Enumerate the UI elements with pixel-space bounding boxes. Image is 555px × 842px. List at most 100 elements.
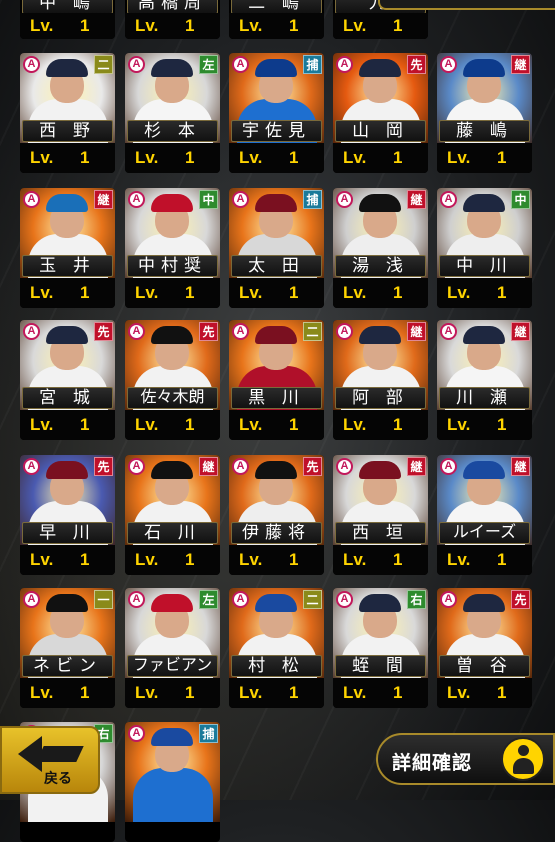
player-cap xyxy=(151,461,193,479)
player-cap xyxy=(46,59,88,77)
level-value: 1 xyxy=(393,683,403,702)
player-cap xyxy=(463,194,505,212)
position-badge: 継 xyxy=(511,322,530,341)
level-value: 1 xyxy=(80,148,90,167)
rarity-badge-icon: A xyxy=(232,323,249,340)
position-badge: 継 xyxy=(511,457,530,476)
position-badge: 継 xyxy=(199,457,218,476)
player-card-partial[interactable]: 二 嶋 Lv. 1 xyxy=(229,0,324,39)
player-name: 蛭 間 xyxy=(335,655,426,677)
level-value: 1 xyxy=(289,148,299,167)
player-card[interactable]: A 先宮 城 Lv. 1 xyxy=(20,320,115,440)
player-card[interactable]: A 継川 瀬 Lv. 1 xyxy=(437,320,532,440)
position-badge: 継 xyxy=(511,55,530,74)
rarity-badge-icon: A xyxy=(128,458,145,475)
player-name: 宇佐見 xyxy=(231,120,322,142)
player-name: 高橋周 xyxy=(127,0,218,14)
player-level: Lv. 1 xyxy=(125,410,220,440)
level-label: Lv. xyxy=(135,550,159,569)
player-card[interactable]: A 一ネビン Lv. 1 xyxy=(20,588,115,708)
level-label: Lv. xyxy=(135,683,159,702)
player-card[interactable]: A 先山 岡 Lv. 1 xyxy=(333,53,428,173)
player-cap xyxy=(255,59,297,77)
detail-confirm-button[interactable]: 詳細確認 xyxy=(376,733,555,785)
player-card[interactable]: A 二村 松 Lv. 1 xyxy=(229,588,324,708)
player-name: 西 垣 xyxy=(335,522,426,544)
level-label: Lv. xyxy=(239,16,263,35)
player-level: Lv. 1 xyxy=(437,143,532,173)
position-badge: 二 xyxy=(303,322,322,341)
level-value: 1 xyxy=(80,415,90,434)
player-card[interactable]: A 右蛭 間 Lv. 1 xyxy=(333,588,428,708)
player-name: 石 川 xyxy=(127,522,218,544)
player-card[interactable]: A 継ルイーズ Lv. 1 xyxy=(437,455,532,575)
player-name: 太 田 xyxy=(231,255,322,277)
player-card[interactable]: A 二黒 川 Lv. 1 xyxy=(229,320,324,440)
player-card[interactable]: A 左杉 本 Lv. 1 xyxy=(125,53,220,173)
player-card[interactable]: A 先曽 谷 Lv. 1 xyxy=(437,588,532,708)
player-card-partial[interactable]: 高橋周 Lv. 1 xyxy=(125,0,220,39)
player-card[interactable]: A 先佐々木朗 Lv. 1 xyxy=(125,320,220,440)
player-card[interactable]: A 捕太 田 Lv. 1 xyxy=(229,188,324,308)
player-card[interactable]: A 左ファビアン Lv. 1 xyxy=(125,588,220,708)
player-level: Lv. 1 xyxy=(229,143,324,173)
player-card[interactable]: A 継玉 井 Lv. 1 xyxy=(20,188,115,308)
player-card[interactable]: A 中中 川 Lv. 1 xyxy=(437,188,532,308)
player-cap xyxy=(255,194,297,212)
player-level: Lv. 1 xyxy=(333,545,428,575)
position-badge: 右 xyxy=(407,590,426,609)
rarity-badge-icon: A xyxy=(440,56,457,73)
player-level: Lv. 1 xyxy=(125,545,220,575)
level-label: Lv. xyxy=(343,550,367,569)
player-cap xyxy=(151,194,193,212)
level-label: Lv. xyxy=(239,415,263,434)
player-card[interactable]: A 先早 川 Lv. 1 xyxy=(20,455,115,575)
player-card[interactable]: A 継藤 嶋 Lv. 1 xyxy=(437,53,532,173)
position-badge: 継 xyxy=(94,190,113,209)
level-value: 1 xyxy=(497,148,507,167)
player-card[interactable]: A 捕宇佐見 Lv. 1 xyxy=(229,53,324,173)
rarity-badge-icon: A xyxy=(232,56,249,73)
player-level: Lv. 1 xyxy=(20,410,115,440)
level-value: 1 xyxy=(393,148,403,167)
player-card[interactable]: A 継湯 浅 Lv. 1 xyxy=(333,188,428,308)
player-card[interactable]: A捕 xyxy=(125,722,220,842)
position-badge: 一 xyxy=(94,590,113,609)
level-value: 1 xyxy=(185,148,195,167)
position-badge: 先 xyxy=(94,322,113,341)
player-cap xyxy=(46,461,88,479)
player-level: Lv. 1 xyxy=(20,143,115,173)
back-button-label: 戻る xyxy=(44,770,72,786)
position-badge: 先 xyxy=(511,590,530,609)
player-level: Lv. 1 xyxy=(229,545,324,575)
player-level: Lv. 1 xyxy=(20,13,115,39)
rarity-badge-icon: A xyxy=(23,458,40,475)
level-value: 1 xyxy=(289,683,299,702)
player-card-partial[interactable]: 中 嶋 Lv. 1 xyxy=(20,0,115,39)
player-card[interactable]: A 先伊藤将 Lv. 1 xyxy=(229,455,324,575)
level-label: Lv. xyxy=(343,16,367,35)
level-label: Lv. xyxy=(447,550,471,569)
player-card[interactable]: A 中中村奨 Lv. 1 xyxy=(125,188,220,308)
player-card[interactable]: A 継阿 部 Lv. 1 xyxy=(333,320,428,440)
rarity-badge-icon: A xyxy=(128,191,145,208)
rarity-badge-icon: A xyxy=(23,591,40,608)
rarity-badge-icon: A xyxy=(128,56,145,73)
player-card[interactable]: A 継西 垣 Lv. 1 xyxy=(333,455,428,575)
position-badge: 捕 xyxy=(199,724,218,743)
rarity-badge-icon: A xyxy=(128,725,145,742)
player-name: 中 嶋 xyxy=(22,0,113,14)
player-name: 曽 谷 xyxy=(439,655,530,677)
level-label: Lv. xyxy=(447,415,471,434)
level-label: Lv. xyxy=(30,683,54,702)
player-level: Lv. 1 xyxy=(333,143,428,173)
level-value: 1 xyxy=(497,283,507,302)
level-value: 1 xyxy=(497,683,507,702)
player-card[interactable]: A 二西 野 Lv. 1 xyxy=(20,53,115,173)
player-card[interactable]: A 継石 川 Lv. 1 xyxy=(125,455,220,575)
player-cap xyxy=(255,326,297,344)
level-label: Lv. xyxy=(30,415,54,434)
back-button[interactable]: 戻る xyxy=(0,726,100,794)
level-value: 1 xyxy=(289,16,299,35)
position-badge: 左 xyxy=(199,590,218,609)
